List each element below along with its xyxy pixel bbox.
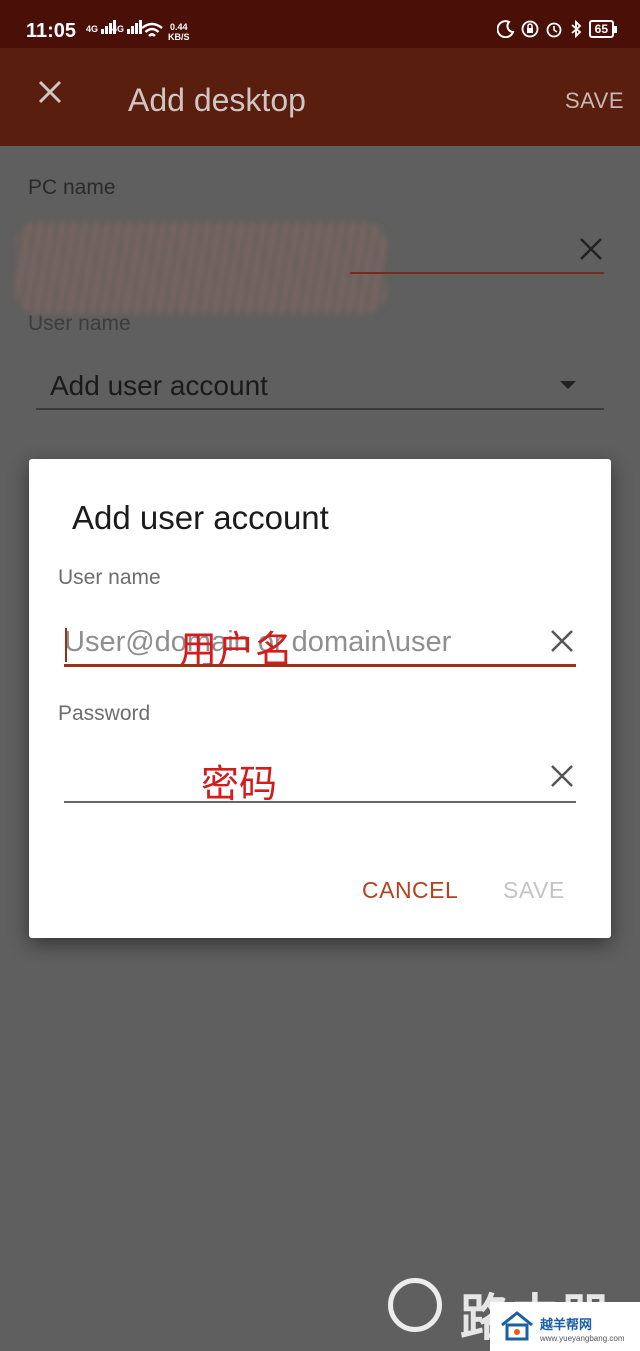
- alarm-icon: [546, 22, 562, 38]
- pc-name-label: PC name: [28, 176, 116, 199]
- page-title: Add desktop: [128, 82, 306, 118]
- close-icon[interactable]: [34, 76, 66, 108]
- dialog-save-button[interactable]: SAVE: [503, 877, 565, 904]
- signal-2-icon: 4G: [112, 20, 143, 34]
- clear-pc-name-icon[interactable]: [578, 236, 604, 262]
- user-account-dropdown[interactable]: Add user account: [50, 370, 268, 402]
- bluetooth-icon: [571, 20, 581, 38]
- status-bar: 11:05 4G 4G 0.44 KB/S 65: [0, 0, 640, 48]
- save-button[interactable]: SAVE: [565, 88, 624, 114]
- moon-icon: [496, 20, 515, 38]
- clear-password-icon[interactable]: [549, 763, 575, 789]
- battery-icon: 65: [588, 20, 618, 38]
- add-user-account-dialog: Add user account User name User@domain o…: [29, 459, 611, 938]
- password-input[interactable]: [64, 757, 576, 797]
- user-name-label: User name: [28, 312, 131, 335]
- watermark-site-url: www.yueyangbang.com: [540, 1334, 625, 1343]
- dialog-username-label: User name: [58, 566, 161, 589]
- wifi-icon: [141, 22, 163, 37]
- clear-username-icon[interactable]: [549, 628, 575, 654]
- watermark-site-name: 越羊帮网: [540, 1317, 593, 1332]
- watermark-logo-icon: [388, 1278, 442, 1332]
- password-annotation: 密码: [201, 762, 278, 806]
- house-icon: [501, 1311, 533, 1341]
- username-input[interactable]: User@domain or domain\user: [64, 622, 576, 662]
- cancel-button[interactable]: CANCEL: [362, 877, 458, 904]
- username-underline: [64, 664, 576, 667]
- watermark-badge: 越羊帮网 www.yueyangbang.com: [490, 1302, 640, 1351]
- password-underline: [64, 801, 576, 803]
- user-account-underline: [36, 408, 604, 410]
- dropdown-arrow-icon[interactable]: [560, 381, 576, 389]
- app-bar: Add desktop SAVE: [0, 48, 640, 146]
- pc-name-field[interactable]: [16, 222, 386, 314]
- dialog-title: Add user account: [72, 499, 329, 536]
- text-cursor: [65, 628, 67, 662]
- clock: 11:05: [26, 20, 77, 42]
- lock-rotation-icon: [521, 20, 539, 38]
- pc-name-underline: [350, 272, 604, 274]
- dialog-password-label: Password: [58, 702, 151, 725]
- network-speed: 0.44 KB/S: [168, 22, 190, 42]
